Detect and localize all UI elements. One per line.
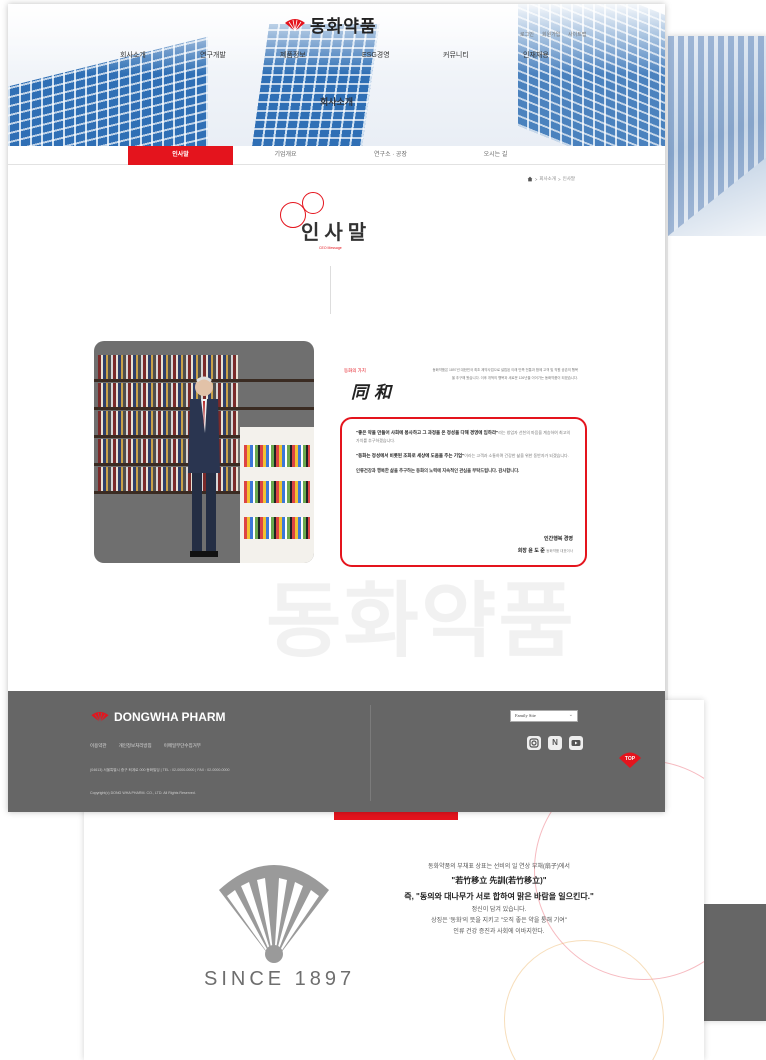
util-sitemap[interactable]: 사이트맵 bbox=[568, 31, 586, 38]
fan-logo-icon bbox=[219, 865, 329, 963]
footer-divider bbox=[370, 705, 371, 801]
family-site-select[interactable]: Family Site ⌄ bbox=[510, 710, 578, 722]
util-login[interactable]: 로그인 bbox=[520, 31, 534, 38]
util-join[interactable]: 회원가입 bbox=[542, 31, 560, 38]
footer-link-terms[interactable]: 이용약관 bbox=[90, 743, 107, 749]
sub-navigation: 인사말 기업개요 연구소 · 공장 오시는 길 bbox=[8, 146, 665, 165]
since-text: SINCE 1897 bbox=[204, 968, 356, 990]
instagram-icon[interactable] bbox=[527, 736, 541, 750]
message-paragraph: 인류건강과 행복한 삶을 추구하는 동화의 노력에 지속적인 관심을 부탁드립니… bbox=[356, 468, 520, 473]
message-paragraph: "좋은 약을 만들어 사회에 봉사하고 그 과정을 온 정성을 다해 경영에 임… bbox=[356, 430, 571, 443]
subnav-lab-factory[interactable]: 연구소 · 공장 bbox=[338, 146, 443, 165]
naver-blog-icon[interactable]: N bbox=[548, 736, 562, 750]
ceo-signature: 회장 윤 도 준 동화약품 대표이사 bbox=[517, 548, 573, 554]
message-paragraph: "동화는 정성에서 비롯된 조화로 세상에 도움을 주는 기업"이라는 고객과 … bbox=[356, 453, 569, 458]
motto-hanja: 同和 bbox=[351, 383, 397, 403]
gnb-esg[interactable]: ESG경영 bbox=[362, 50, 390, 60]
page-title: 인사말 bbox=[301, 220, 372, 244]
footer-copyright: Copyright(c) DONG WHA PHARM. CO., LTD. A… bbox=[90, 791, 196, 795]
page-title-block: 인사말 CEO Message bbox=[276, 190, 386, 270]
since-lines: 동화약품의 부채표 상표는 선비의 일 연상 부채(扇子)에서 "若竹移立 先訓… bbox=[404, 864, 594, 935]
gnb-careers[interactable]: 인재채용 bbox=[523, 50, 549, 60]
fan-logo-icon bbox=[91, 711, 109, 723]
gnb-company[interactable]: 회사소개 bbox=[120, 50, 146, 60]
back-to-top-button[interactable]: TOP bbox=[618, 751, 642, 769]
gnb-products[interactable]: 제품정보 bbox=[280, 50, 306, 60]
gnb-rnd[interactable]: 연구개발 bbox=[200, 50, 226, 60]
footer-link-privacy[interactable]: 개인정보처리방침 bbox=[119, 743, 152, 749]
hero-banner: 동화약품 로그인 회원가입 사이트맵 회사소개 연구개발 제품정보 ESG경영 … bbox=[8, 4, 665, 146]
subnav-location[interactable]: 오시는 길 bbox=[443, 146, 548, 165]
hero-title: 회사소개 bbox=[319, 97, 354, 107]
gnb-community[interactable]: 커뮤니티 bbox=[443, 50, 469, 60]
footer-logo-text: DONGWHA PHARM bbox=[114, 710, 226, 724]
footer-logo[interactable]: DONGWHA PHARM bbox=[90, 710, 226, 724]
title-deco-circle bbox=[302, 192, 324, 214]
breadcrumb-item[interactable]: 회사소개 bbox=[539, 176, 556, 182]
youtube-icon[interactable] bbox=[569, 736, 583, 750]
logo[interactable]: 동화약품 bbox=[284, 12, 377, 37]
chevron-down-icon: ⌄ bbox=[568, 713, 573, 718]
breadcrumb: > 회사소개 > 인사말 bbox=[527, 176, 575, 182]
intro-text: 동화약품은 1897년 대한민국 최초 제약사업으로 설립된 이래 민족 전통과… bbox=[432, 368, 578, 380]
subnav-greeting[interactable]: 인사말 bbox=[128, 146, 233, 165]
subnav-overview[interactable]: 기업개요 bbox=[233, 146, 338, 165]
logo-text: 동화약품 bbox=[310, 17, 377, 37]
ceo-figure bbox=[188, 376, 220, 557]
brand-watermark: 동화약품 bbox=[266, 574, 576, 669]
motto-label: 동화의 가치 bbox=[344, 368, 366, 373]
footer-links: 이용약관 개인정보처리방침 이메일무단수집거부 bbox=[90, 743, 201, 749]
home-icon[interactable] bbox=[527, 176, 533, 182]
page-subtitle: CEO Message bbox=[319, 246, 342, 250]
footer: DONGWHA PHARM 이용약관 개인정보처리방침 이메일무단수집거부 (0… bbox=[8, 691, 665, 812]
footer-address: (04613) 서울특별시 중구 퇴계로 000 동화빌딩 | TEL : 02… bbox=[90, 768, 230, 772]
footer-link-email-policy[interactable]: 이메일무단수집거부 bbox=[164, 743, 201, 749]
ceo-message-box: "좋은 약을 만들어 사회에 봉사하고 그 과정을 온 정성을 다해 경영에 임… bbox=[340, 417, 587, 567]
main-page: 동화약품 로그인 회원가입 사이트맵 회사소개 연구개발 제품정보 ESG경영 … bbox=[8, 4, 665, 812]
breadcrumb-item: 인사말 bbox=[562, 176, 575, 181]
divider bbox=[330, 266, 331, 314]
fan-logo-icon bbox=[285, 18, 305, 31]
sign-slogan: 인간행복 경영 bbox=[544, 536, 573, 542]
ceo-photo bbox=[94, 341, 314, 563]
